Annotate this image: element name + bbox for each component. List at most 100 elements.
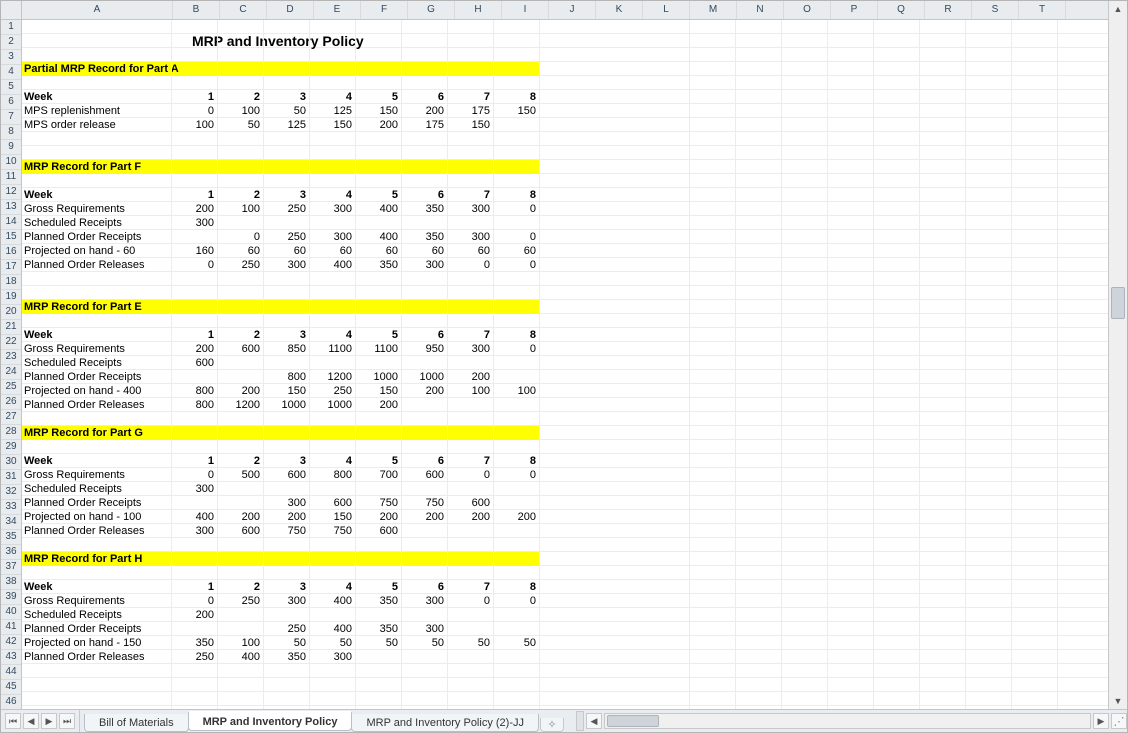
row-number[interactable]: 38 (1, 575, 21, 590)
cell[interactable]: 0 (494, 230, 540, 244)
cell[interactable] (356, 216, 402, 230)
cell[interactable] (218, 356, 264, 370)
select-all-corner[interactable] (1, 1, 21, 20)
resize-grip-icon[interactable]: ⋰ (1111, 713, 1127, 729)
cell[interactable]: 1200 (310, 370, 356, 384)
cell[interactable]: 750 (402, 496, 448, 510)
row-number[interactable]: 41 (1, 620, 21, 635)
cell[interactable]: 0 (448, 468, 494, 482)
cell[interactable]: 600 (218, 524, 264, 538)
cell[interactable]: 800 (264, 370, 310, 384)
cell[interactable]: 50 (448, 636, 494, 650)
cell[interactable]: 50 (264, 104, 310, 118)
row-number[interactable]: 9 (1, 140, 21, 155)
cell[interactable]: 350 (356, 622, 402, 636)
cell[interactable] (494, 356, 540, 370)
cell[interactable]: 200 (172, 608, 218, 622)
cell[interactable]: 250 (172, 650, 218, 664)
cell[interactable]: 200 (172, 342, 218, 356)
cell[interactable]: 350 (172, 636, 218, 650)
column-header[interactable]: C (220, 1, 267, 19)
cell[interactable]: 400 (310, 594, 356, 608)
cell[interactable]: 600 (356, 524, 402, 538)
column-header[interactable]: M (690, 1, 737, 19)
row-number[interactable]: 23 (1, 350, 21, 365)
column-header[interactable]: O (784, 1, 831, 19)
cell[interactable]: 600 (218, 342, 264, 356)
cell[interactable] (264, 482, 310, 496)
row-number[interactable]: 44 (1, 665, 21, 680)
cell[interactable] (494, 608, 540, 622)
cell[interactable] (494, 398, 540, 412)
cell[interactable]: 1200 (218, 398, 264, 412)
tab-split-handle[interactable] (576, 711, 584, 731)
cell[interactable]: 300 (448, 230, 494, 244)
hscroll-thumb[interactable] (607, 715, 659, 727)
row-number[interactable]: 40 (1, 605, 21, 620)
row-number[interactable]: 27 (1, 410, 21, 425)
column-header[interactable]: B (173, 1, 220, 19)
cell[interactable]: 60 (310, 244, 356, 258)
cell[interactable]: 350 (402, 202, 448, 216)
row-number[interactable]: 28 (1, 425, 21, 440)
cell[interactable]: 250 (264, 622, 310, 636)
row-number[interactable]: 35 (1, 530, 21, 545)
cell[interactable] (402, 524, 448, 538)
cell[interactable]: 150 (494, 104, 540, 118)
cell[interactable] (448, 608, 494, 622)
cell[interactable]: 60 (402, 244, 448, 258)
column-header[interactable]: Q (878, 1, 925, 19)
cell[interactable] (402, 216, 448, 230)
row-number[interactable]: 32 (1, 485, 21, 500)
cell[interactable] (172, 622, 218, 636)
row-number[interactable]: 15 (1, 230, 21, 245)
cell[interactable]: 50 (402, 636, 448, 650)
cell[interactable]: 50 (494, 636, 540, 650)
row-number[interactable]: 33 (1, 500, 21, 515)
tab-last-icon[interactable]: ⏭ (59, 713, 75, 729)
cell[interactable]: 100 (172, 118, 218, 132)
cell[interactable]: 750 (264, 524, 310, 538)
column-header[interactable]: F (361, 1, 408, 19)
cell[interactable] (494, 650, 540, 664)
scroll-down-icon[interactable]: ▼ (1114, 693, 1123, 709)
cell[interactable] (356, 608, 402, 622)
tab-first-icon[interactable]: ⏮ (5, 713, 21, 729)
row-number[interactable]: 2 (1, 35, 21, 50)
cell[interactable]: 0 (172, 594, 218, 608)
scroll-up-icon[interactable]: ▲ (1114, 1, 1123, 17)
cell[interactable]: 300 (402, 594, 448, 608)
cell[interactable]: 750 (356, 496, 402, 510)
cell[interactable]: 0 (172, 468, 218, 482)
column-header[interactable]: P (831, 1, 878, 19)
cell[interactable]: 300 (448, 342, 494, 356)
cell[interactable] (448, 398, 494, 412)
cell[interactable]: 150 (356, 384, 402, 398)
new-sheet-icon[interactable]: ✧ (540, 718, 564, 732)
cell[interactable] (310, 482, 356, 496)
cell[interactable]: 60 (494, 244, 540, 258)
cell[interactable]: 700 (356, 468, 402, 482)
cell[interactable]: 0 (494, 594, 540, 608)
cell[interactable]: 200 (448, 510, 494, 524)
cell[interactable]: 300 (402, 258, 448, 272)
cell[interactable]: 125 (310, 104, 356, 118)
cell[interactable]: 200 (218, 510, 264, 524)
cell[interactable]: 300 (264, 594, 310, 608)
cell[interactable]: 850 (264, 342, 310, 356)
cell[interactable] (448, 216, 494, 230)
cell[interactable] (264, 608, 310, 622)
cell[interactable]: 0 (218, 230, 264, 244)
cell[interactable]: 300 (310, 230, 356, 244)
cell[interactable]: 400 (310, 258, 356, 272)
cell[interactable]: 150 (310, 118, 356, 132)
cell[interactable]: 50 (218, 118, 264, 132)
row-number[interactable]: 20 (1, 305, 21, 320)
cell[interactable]: 250 (264, 202, 310, 216)
cell[interactable] (402, 650, 448, 664)
cell[interactable]: 350 (356, 258, 402, 272)
cell[interactable]: 1000 (310, 398, 356, 412)
cell[interactable]: 50 (264, 636, 310, 650)
scroll-left-icon[interactable]: ◀ (586, 713, 602, 729)
row-number[interactable]: 14 (1, 215, 21, 230)
